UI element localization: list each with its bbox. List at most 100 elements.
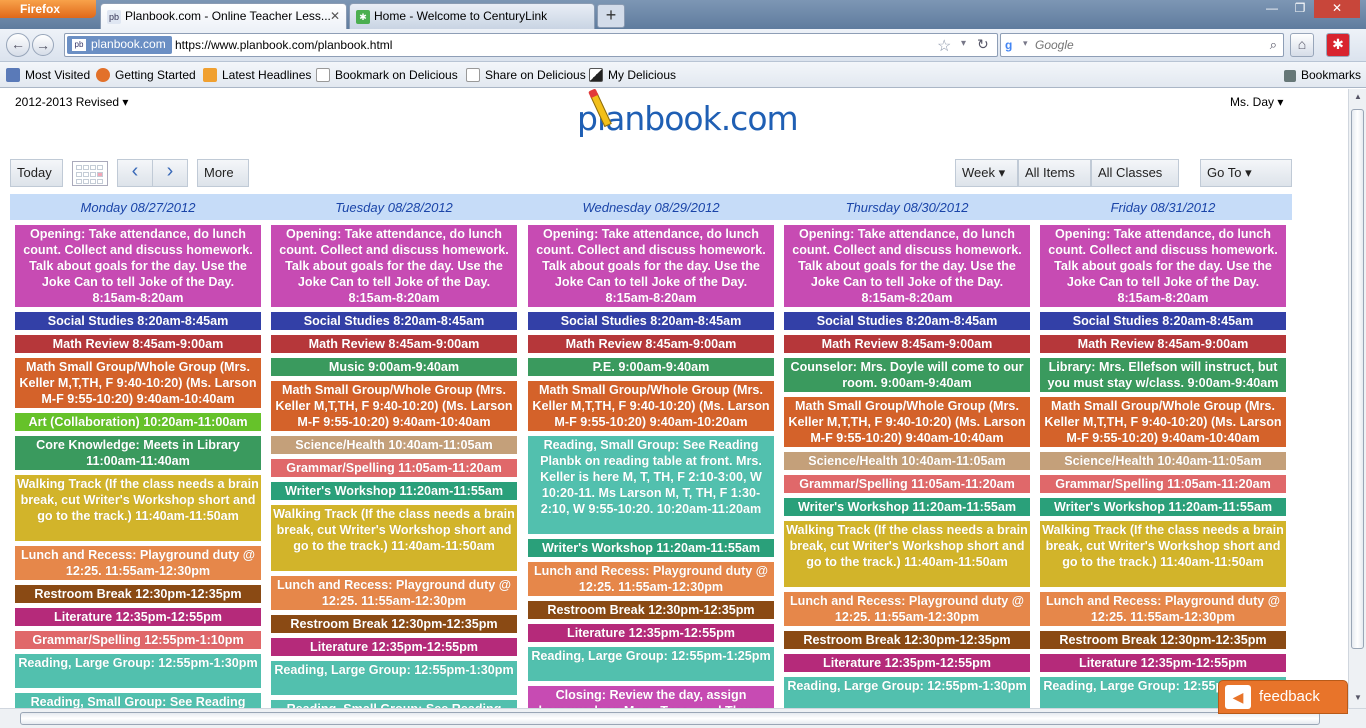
tab-centurylink[interactable]: ✱ Home - Welcome to CenturyLink	[349, 3, 595, 29]
lesson-block[interactable]: Restroom Break 12:30pm-12:35pm	[15, 585, 261, 603]
engine-dropdown-icon[interactable]: ▾	[1023, 38, 1028, 49]
lesson-block[interactable]: Math Small Group/Whole Group (Mrs. Kelle…	[528, 381, 774, 431]
scroll-thumb[interactable]	[1351, 109, 1364, 649]
lesson-block[interactable]: Math Small Group/Whole Group (Mrs. Kelle…	[784, 397, 1030, 447]
lesson-block[interactable]: Grammar/Spelling 12:55pm-1:10pm	[15, 631, 261, 649]
day-header[interactable]: Friday 08/31/2012	[1035, 200, 1291, 215]
addon-button[interactable]: ✱	[1326, 33, 1350, 57]
lesson-block[interactable]: Restroom Break 12:30pm-12:35pm	[528, 601, 774, 619]
lesson-block[interactable]: Reading, Large Group: 12:55pm-1:30pm	[15, 654, 261, 688]
url-bar[interactable]: pb planbook.com https://www.planbook.com/…	[64, 33, 998, 57]
lesson-block[interactable]: Literature 12:35pm-12:55pm	[1040, 654, 1286, 672]
day-header[interactable]: Thursday 08/30/2012	[779, 200, 1035, 215]
horizontal-scrollbar[interactable]	[0, 708, 1366, 728]
lesson-block[interactable]: Restroom Break 12:30pm-12:35pm	[784, 631, 1030, 649]
new-tab-button[interactable]: +	[597, 4, 625, 28]
bookmarks-menu[interactable]: Bookmarks	[1284, 68, 1361, 82]
previous-week-button[interactable]: ‹	[117, 159, 153, 187]
lesson-block[interactable]: Math Small Group/Whole Group (Mrs. Kelle…	[15, 358, 261, 408]
lesson-block[interactable]: Social Studies 8:20am-8:45am	[15, 312, 261, 330]
day-header[interactable]: Monday 08/27/2012	[10, 200, 266, 215]
lesson-block[interactable]: Counselor: Mrs. Doyle will come to our r…	[784, 358, 1030, 392]
back-button[interactable]: ←	[6, 33, 30, 57]
lesson-block[interactable]: Literature 12:35pm-12:55pm	[15, 608, 261, 626]
reload-icon[interactable]: ↻	[977, 36, 989, 53]
lesson-block[interactable]: Math Review 8:45am-9:00am	[1040, 335, 1286, 353]
search-box[interactable]: g ▾ ⌕	[1000, 33, 1284, 57]
lesson-block[interactable]: Lunch and Recess: Playground duty @ 12:2…	[528, 562, 774, 596]
go-to-menu[interactable]: Go To ▾	[1200, 159, 1292, 187]
url-text[interactable]: https://www.planbook.com/planbook.html	[175, 38, 392, 52]
minimize-button[interactable]: —	[1258, 0, 1286, 18]
lesson-block[interactable]: Science/Health 10:40am-11:05am	[1040, 452, 1286, 470]
bookmark-delicious[interactable]: Bookmark on Delicious	[316, 68, 458, 82]
lesson-block[interactable]: Math Review 8:45am-9:00am	[15, 335, 261, 353]
lesson-block[interactable]: Writer's Workshop 11:20am-11:55am	[1040, 498, 1286, 516]
lesson-block[interactable]: Restroom Break 12:30pm-12:35pm	[271, 615, 517, 633]
next-week-button[interactable]: ›	[152, 159, 188, 187]
all-items-menu[interactable]: All Items ▾	[1018, 159, 1091, 206]
lesson-block[interactable]: Social Studies 8:20am-8:45am	[1040, 312, 1286, 330]
lesson-block[interactable]: Closing: Review the day, assign homework…	[528, 686, 774, 708]
lesson-block[interactable]: Opening: Take attendance, do lunch count…	[271, 225, 517, 307]
lesson-block[interactable]: Core Knowledge: Meets in Library 11:00am…	[15, 436, 261, 470]
lesson-block[interactable]: Lunch and Recess: Playground duty @ 12:2…	[784, 592, 1030, 626]
bookmark-latest-headlines[interactable]: Latest Headlines	[203, 68, 311, 82]
lesson-block[interactable]: Art (Collaboration) 10:20am-11:00am	[15, 413, 261, 431]
lesson-block[interactable]: Opening: Take attendance, do lunch count…	[15, 225, 261, 307]
lesson-block[interactable]: Social Studies 8:20am-8:45am	[528, 312, 774, 330]
lesson-block[interactable]: Opening: Take attendance, do lunch count…	[528, 225, 774, 307]
lesson-block[interactable]: Literature 12:35pm-12:55pm	[528, 624, 774, 642]
lesson-block[interactable]: Science/Health 10:40am-11:05am	[271, 436, 517, 454]
lesson-block[interactable]: Writer's Workshop 11:20am-11:55am	[784, 498, 1030, 516]
week-view-menu[interactable]: Week ▾	[955, 159, 1018, 187]
lesson-block[interactable]: Walking Track (If the class needs a brai…	[271, 505, 517, 571]
site-identity-badge[interactable]: pb planbook.com	[67, 36, 172, 54]
lesson-block[interactable]: Walking Track (If the class needs a brai…	[784, 521, 1030, 587]
search-icon[interactable]: ⌕	[1270, 37, 1277, 53]
lesson-block[interactable]: Literature 12:35pm-12:55pm	[271, 638, 517, 656]
lesson-block[interactable]: Walking Track (If the class needs a brai…	[1040, 521, 1286, 587]
lesson-block[interactable]: Math Review 8:45am-9:00am	[271, 335, 517, 353]
lesson-block[interactable]: Literature 12:35pm-12:55pm	[784, 654, 1030, 672]
lesson-block[interactable]: Reading, Small Group: See Reading	[271, 700, 517, 708]
scroll-down-icon[interactable]: ▼	[1352, 693, 1364, 705]
scroll-up-icon[interactable]: ▲	[1352, 92, 1364, 104]
lesson-block[interactable]: Math Review 8:45am-9:00am	[528, 335, 774, 353]
close-window-button[interactable]: ✕	[1314, 0, 1360, 18]
lesson-block[interactable]: Lunch and Recess: Playground duty @ 12:2…	[271, 576, 517, 610]
bookmark-star-icon[interactable]: ☆	[937, 36, 951, 56]
lesson-block[interactable]: Lunch and Recess: Playground duty @ 12:2…	[1040, 592, 1286, 626]
lesson-block[interactable]: Science/Health 10:40am-11:05am	[784, 452, 1030, 470]
dropdown-arrow-icon[interactable]: ▾	[961, 38, 966, 49]
bookmark-share-delicious[interactable]: Share on Delicious	[466, 68, 586, 82]
lesson-block[interactable]: Opening: Take attendance, do lunch count…	[784, 225, 1030, 307]
today-button[interactable]: Today	[10, 159, 63, 187]
lesson-block[interactable]: Opening: Take attendance, do lunch count…	[1040, 225, 1286, 307]
scroll-thumb[interactable]	[20, 712, 1320, 725]
lesson-block[interactable]: Reading, Small Group: See Reading	[15, 693, 261, 708]
lesson-block[interactable]: Math Review 8:45am-9:00am	[784, 335, 1030, 353]
home-button[interactable]: ⌂	[1290, 33, 1314, 57]
lesson-block[interactable]: Reading, Large Group: 12:55pm-1:30pm	[271, 661, 517, 695]
bookmark-getting-started[interactable]: Getting Started	[96, 68, 196, 82]
firefox-menu-button[interactable]: Firefox	[0, 0, 96, 18]
vertical-scrollbar[interactable]: ▲ ▼	[1348, 89, 1366, 708]
lesson-block[interactable]: Grammar/Spelling 11:05am-11:20am	[271, 459, 517, 477]
lesson-block[interactable]: Reading, Large Group: 12:55pm-1:25pm	[528, 647, 774, 681]
lesson-block[interactable]: Math Small Group/Whole Group (Mrs. Kelle…	[1040, 397, 1286, 447]
lesson-block[interactable]: Writer's Workshop 11:20am-11:55am	[528, 539, 774, 557]
bookmark-my-delicious[interactable]: My Delicious	[589, 68, 676, 82]
lesson-block[interactable]: Social Studies 8:20am-8:45am	[271, 312, 517, 330]
day-header[interactable]: Tuesday 08/28/2012	[266, 200, 522, 215]
lesson-block[interactable]: Social Studies 8:20am-8:45am	[784, 312, 1030, 330]
google-icon[interactable]: g	[1005, 38, 1021, 54]
lesson-block[interactable]: Grammar/Spelling 11:05am-11:20am	[1040, 475, 1286, 493]
day-header[interactable]: Wednesday 08/29/2012	[523, 200, 779, 215]
lesson-block[interactable]: Writer's Workshop 11:20am-11:55am	[271, 482, 517, 500]
search-input[interactable]	[1035, 37, 1265, 53]
calendar-icon[interactable]	[72, 161, 108, 186]
lesson-block[interactable]: Grammar/Spelling 11:05am-11:20am	[784, 475, 1030, 493]
lesson-block[interactable]: Library: Mrs. Ellefson will instruct, bu…	[1040, 358, 1286, 392]
all-classes-menu[interactable]: All Classes ▾	[1091, 159, 1179, 206]
